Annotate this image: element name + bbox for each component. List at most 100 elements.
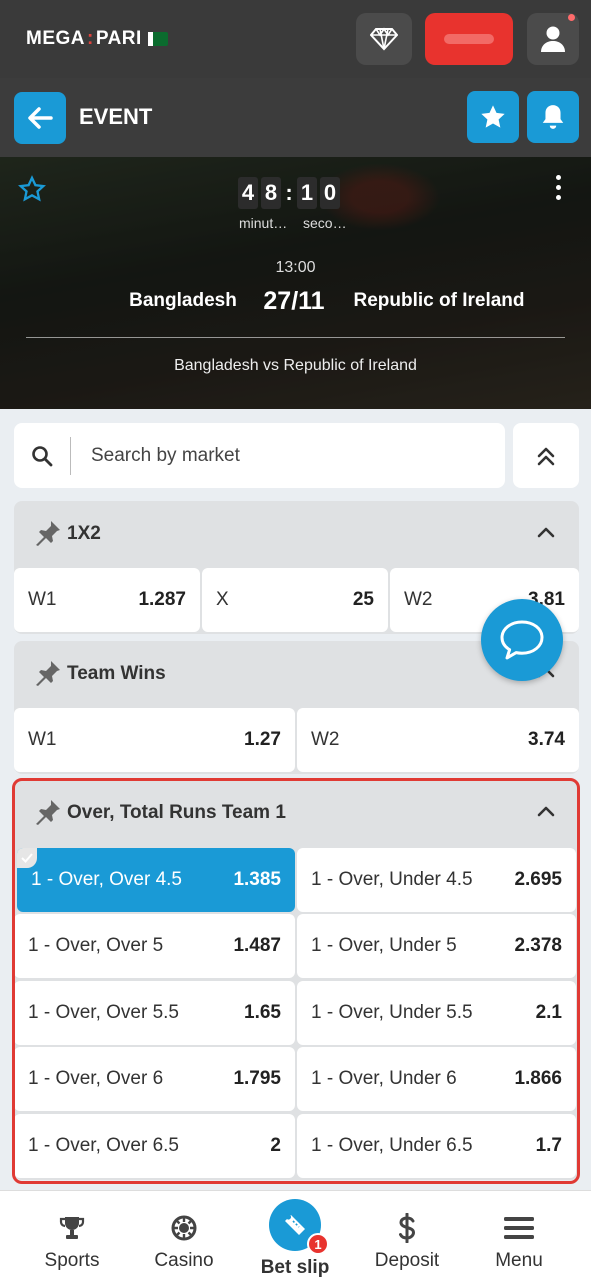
nav-deposit[interactable]: Deposit — [357, 1191, 457, 1280]
odd-label: 1 - Over, Over 4.5 — [31, 869, 182, 890]
back-button[interactable] — [14, 92, 66, 144]
brand-logo[interactable]: MEGA: PARI — [26, 28, 168, 50]
logo-text-right: PARI — [95, 28, 142, 49]
odd-button[interactable]: 1 - Over, Under 5 2.378 — [297, 914, 576, 978]
odd-label: 1 - Over, Under 4.5 — [311, 869, 473, 890]
odd-label: 1 - Over, Under 5 — [311, 935, 457, 956]
selected-check-icon — [17, 848, 37, 868]
dot — [555, 175, 561, 180]
chevron-up-icon[interactable] — [537, 525, 555, 539]
odd-button[interactable]: 1 - Over, Under 6.5 1.7 — [297, 1114, 576, 1178]
matchup-label: Bangladesh vs Republic of Ireland — [174, 357, 417, 374]
trophy-icon — [59, 1217, 85, 1239]
odd-button[interactable]: 1 - Over, Under 4.5 2.695 — [297, 848, 576, 912]
odd-label: X — [216, 589, 229, 610]
market-title: Over, Total Runs Team 1 — [67, 802, 286, 823]
double-chevron-up-icon — [537, 447, 555, 465]
nav-casino[interactable]: Casino — [134, 1191, 234, 1280]
team-home: Bangladesh — [129, 290, 237, 311]
dot — [555, 185, 561, 190]
nav-sports[interactable]: Sports — [22, 1191, 122, 1280]
dollar-icon — [399, 1213, 416, 1243]
ticket-icon — [285, 1215, 305, 1235]
countdown-timer: 4 8 : 1 0 — [238, 177, 340, 209]
odd-value: 2.695 — [514, 869, 562, 890]
favorite-button[interactable] — [467, 91, 519, 143]
pin-icon[interactable] — [34, 659, 62, 687]
odd-value: 1.795 — [233, 1068, 281, 1089]
market-title: 1X2 — [67, 523, 101, 544]
blurred-label — [444, 34, 494, 44]
odd-button[interactable]: 1 - Over, Under 6 1.866 — [297, 1047, 576, 1111]
odd-value: 1.487 — [233, 935, 281, 956]
pakistan-flag-icon — [147, 32, 168, 46]
account-button[interactable] — [527, 13, 579, 65]
market-header[interactable]: Over, Total Runs Team 1 — [14, 780, 579, 845]
odd-label: W2 — [311, 729, 340, 750]
logo-dot: : — [87, 28, 94, 49]
vip-diamond-button[interactable] — [356, 13, 412, 65]
odd-button-selected[interactable]: 1 - Over, Over 4.5 1.385 — [17, 848, 295, 912]
odd-value: 1.27 — [244, 729, 281, 750]
registration-button[interactable] — [425, 13, 513, 65]
timer-minutes-label: minut… — [239, 215, 288, 231]
top-bar: MEGA: PARI — [0, 0, 591, 78]
search-icon-wrap — [14, 445, 70, 467]
odd-label: 1 - Over, Under 6.5 — [311, 1135, 473, 1156]
odd-value: 2 — [270, 1135, 281, 1156]
dot — [555, 195, 561, 200]
bottom-navigation: Sports Casino 1 Bet slip Deposit Menu — [0, 1190, 591, 1280]
match-time: 13:00 — [275, 259, 316, 276]
chevron-up-icon[interactable] — [537, 804, 555, 818]
odd-button[interactable]: 1 - Over, Over 5.5 1.65 — [14, 981, 295, 1045]
odd-label: 1 - Over, Under 6 — [311, 1068, 457, 1089]
collapse-all-button[interactable] — [513, 423, 579, 488]
match-date: 27/11 — [263, 287, 325, 315]
nav-bet-slip[interactable]: 1 Bet slip — [245, 1191, 345, 1280]
nav-label: Casino — [154, 1250, 214, 1271]
timer-digit: 8 — [261, 177, 281, 209]
odd-button[interactable]: 1 - Over, Over 5 1.487 — [14, 914, 295, 978]
timer-digit: 1 — [297, 177, 317, 209]
market-title: Team Wins — [67, 663, 166, 684]
match-favorite-star[interactable] — [18, 175, 46, 208]
odd-value: 1.385 — [233, 869, 281, 890]
market-header[interactable]: 1X2 — [14, 501, 579, 566]
chat-button[interactable] — [481, 599, 563, 681]
odd-label: 1 - Over, Over 5 — [28, 935, 164, 956]
star-icon — [481, 105, 505, 128]
bet-slip-circle: 1 — [269, 1199, 329, 1255]
odd-button[interactable]: 1 - Over, Over 6 1.795 — [14, 1047, 295, 1111]
odd-value: 25 — [352, 589, 374, 610]
odd-button[interactable]: W2 3.74 — [297, 708, 579, 772]
odd-button[interactable]: X 25 — [202, 568, 388, 632]
nav-label: Bet slip — [260, 1257, 330, 1278]
chat-bubble-icon — [500, 620, 544, 660]
odd-value: 2.1 — [535, 1002, 562, 1023]
user-icon — [541, 26, 565, 52]
odd-button[interactable]: W1 1.287 — [14, 568, 200, 632]
search-input[interactable] — [91, 444, 471, 467]
odd-value: 1.866 — [514, 1068, 562, 1089]
team-away: Republic of Ireland — [353, 290, 525, 311]
pin-icon[interactable] — [34, 519, 62, 547]
odd-label: 1 - Over, Over 6.5 — [28, 1135, 179, 1156]
market-search — [14, 423, 505, 488]
odd-button[interactable]: 1 - Over, Under 5.5 2.1 — [297, 981, 576, 1045]
bell-icon — [542, 105, 564, 129]
odd-button[interactable]: W1 1.27 — [14, 708, 295, 772]
pin-icon[interactable] — [34, 798, 62, 826]
star-outline-icon — [18, 175, 46, 202]
event-bar: EVENT — [0, 78, 591, 157]
nav-menu[interactable]: Menu — [469, 1191, 569, 1280]
odd-label: 1 - Over, Over 5.5 — [28, 1002, 179, 1023]
odd-button[interactable]: 1 - Over, Over 6.5 2 — [14, 1114, 295, 1178]
casino-chip-icon — [171, 1215, 197, 1241]
odd-value: 1.287 — [138, 589, 186, 610]
nav-label: Sports — [44, 1250, 100, 1271]
market-over-total-runs-team1: Over, Total Runs Team 1 1 - Over, Over 4… — [14, 780, 579, 1180]
odd-value: 1.65 — [244, 1002, 281, 1023]
more-options-button[interactable] — [552, 175, 564, 200]
notifications-button[interactable] — [527, 91, 579, 143]
odd-label: W2 — [404, 589, 433, 610]
